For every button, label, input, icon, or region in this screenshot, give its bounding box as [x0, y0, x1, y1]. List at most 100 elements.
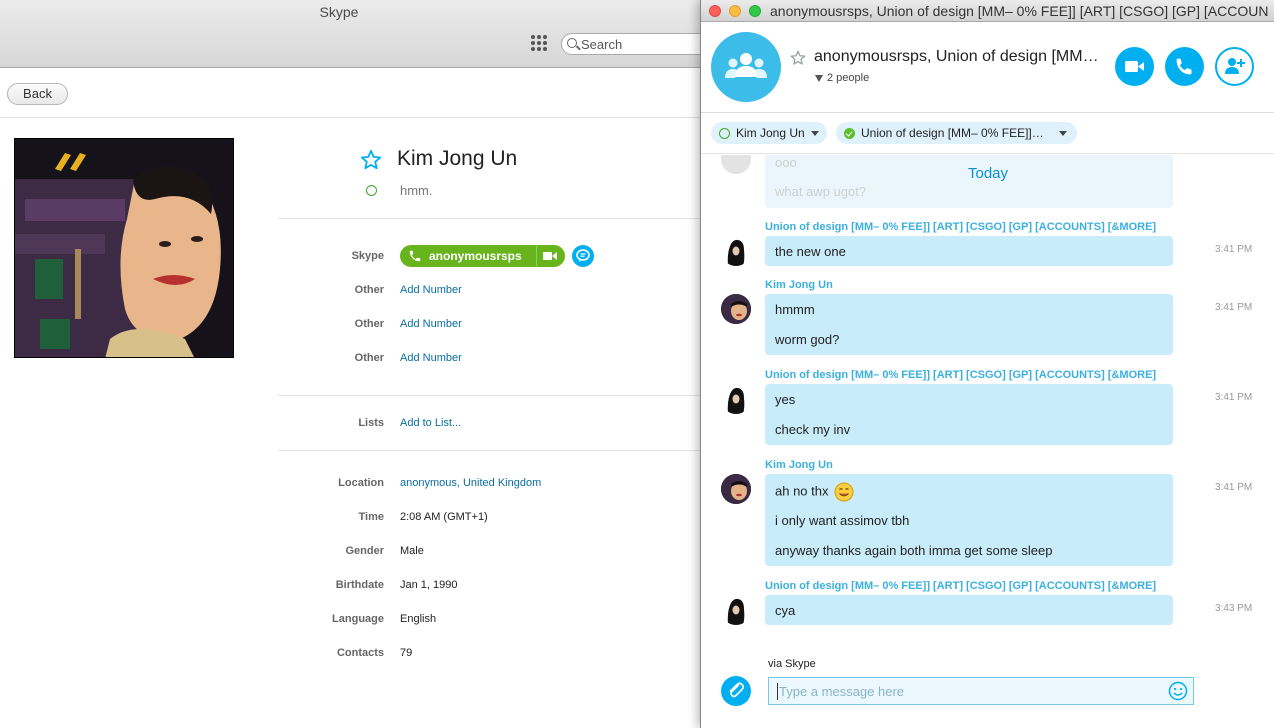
search-input[interactable]: Search — [561, 33, 721, 55]
presence-offline-icon — [366, 185, 377, 196]
conversation-window: anonymousrsps, Union of design [MM– 0% F… — [700, 0, 1274, 728]
message-time: 3:43 PM — [1215, 603, 1253, 614]
avatar[interactable] — [721, 384, 751, 414]
add-number-link[interactable]: Add Number — [400, 318, 462, 330]
presence-online-icon — [844, 128, 855, 139]
message-author[interactable]: Union of design [MM– 0% FEE]] [ART] [CSG… — [765, 221, 1156, 233]
phone-icon — [1176, 58, 1192, 75]
message-composer: via Skype Type a message here — [701, 653, 1274, 728]
message-text: what awp ugot? — [775, 184, 867, 199]
conversation-titlebar: anonymousrsps, Union of design [MM– 0% F… — [701, 0, 1274, 22]
mood-message: hmm. — [400, 183, 433, 198]
group-icon — [725, 53, 767, 78]
video-call-button[interactable] — [1115, 47, 1154, 86]
zoom-window-button[interactable] — [749, 5, 761, 17]
conversation-name: anonymousrsps, Union of design [MM… — [814, 48, 1099, 65]
add-to-list-link[interactable]: Add to List... — [400, 417, 461, 429]
paperclip-icon — [729, 682, 745, 698]
gender-value: Male — [400, 545, 424, 557]
divider — [278, 218, 700, 219]
attach-button[interactable] — [721, 676, 751, 706]
conversation-window-title: anonymousrsps, Union of design [MM– 0% F… — [770, 3, 1270, 19]
people-count-toggle[interactable]: 2 people — [815, 72, 869, 84]
message-time: 3:41 PM — [1215, 392, 1253, 403]
field-label-location: Location — [338, 477, 384, 489]
group-avatar — [711, 32, 781, 102]
avatar[interactable] — [721, 595, 751, 625]
chevron-down-icon — [1059, 131, 1067, 136]
message-author[interactable]: Union of design [MM– 0% FEE]] [ART] [CSG… — [765, 369, 1156, 381]
smile-emoji-icon — [834, 482, 854, 502]
location-value[interactable]: anonymous, United Kingdom — [400, 477, 541, 489]
chat-button[interactable] — [572, 245, 594, 267]
close-window-button[interactable] — [709, 5, 721, 17]
field-label-other: Other — [354, 352, 384, 364]
participant-chip-kim[interactable]: Kim Jong Un — [711, 122, 827, 144]
chat-icon — [576, 249, 590, 262]
skype-call-pill[interactable]: anonymousrsps — [400, 245, 565, 267]
message-author[interactable]: Union of design [MM– 0% FEE]] [ART] [CSG… — [765, 580, 1156, 592]
via-label: via Skype — [768, 658, 816, 670]
field-label-time: Time — [358, 511, 384, 523]
message-author[interactable]: Kim Jong Un — [765, 279, 833, 291]
message-text: yes — [775, 392, 796, 407]
skype-name: anonymousrsps — [429, 249, 522, 263]
message-text: worm god? — [775, 332, 840, 347]
message-bubble: yes check my inv — [765, 384, 1173, 445]
message-bubble: hmmm worm god? — [765, 294, 1173, 355]
message-text: hmmm — [775, 302, 815, 317]
message-list[interactable]: ooo what awp ugot? Today Union of design… — [701, 155, 1274, 653]
message-input-placeholder: Type a message here — [779, 684, 905, 699]
participant-name: Union of design [MM– 0% FEE]]… — [861, 126, 1044, 140]
add-number-link[interactable]: Add Number — [400, 284, 462, 296]
message-time: 3:41 PM — [1215, 482, 1253, 493]
message-text: i only want assimov tbh — [775, 513, 910, 528]
participant-chip-union[interactable]: Union of design [MM– 0% FEE]]… — [836, 122, 1077, 144]
video-icon[interactable] — [543, 251, 557, 261]
message-text: anyway thanks again both imma get some s… — [775, 543, 1053, 558]
add-people-button[interactable] — [1215, 47, 1254, 86]
avatar[interactable] — [721, 236, 751, 266]
date-separator: Today — [967, 165, 1009, 182]
message-text: the new one — [775, 244, 846, 259]
contacts-value: 79 — [400, 647, 413, 659]
video-icon — [1125, 61, 1144, 72]
field-label-other: Other — [354, 318, 384, 330]
message-text: cya — [775, 603, 796, 618]
field-label-gender: Gender — [345, 545, 384, 557]
message-input[interactable]: Type a message here — [768, 677, 1194, 705]
profile-photo — [14, 138, 234, 358]
star-icon[interactable] — [790, 50, 806, 66]
message-text: ah no thx — [775, 482, 854, 502]
back-bar: Back — [0, 68, 700, 118]
conversation-header: anonymousrsps, Union of design [MM… 2 pe… — [701, 22, 1274, 113]
dialpad-icon[interactable] — [531, 35, 547, 51]
emoji-icon[interactable] — [1168, 681, 1188, 701]
voice-call-button[interactable] — [1165, 47, 1204, 86]
field-label-contacts: Contacts — [336, 647, 384, 659]
avatar[interactable] — [721, 474, 751, 504]
participants-bar: Kim Jong Un Union of design [MM– 0% FEE]… — [701, 113, 1274, 154]
avatar — [721, 155, 751, 174]
message-bubble: ah no thx i only want assimov tbh anyway… — [765, 474, 1173, 566]
avatar[interactable] — [721, 294, 751, 324]
message-text-part: ah no thx — [775, 483, 829, 499]
star-icon[interactable] — [360, 149, 382, 171]
field-label-other: Other — [354, 284, 384, 296]
add-number-link[interactable]: Add Number — [400, 352, 462, 364]
back-button[interactable]: Back — [7, 83, 68, 105]
presence-offline-icon — [719, 128, 730, 139]
divider — [278, 450, 700, 451]
search-icon — [567, 38, 577, 48]
chevron-down-icon — [811, 131, 819, 136]
birthdate-value: Jan 1, 1990 — [400, 579, 458, 591]
message-author[interactable]: Kim Jong Un — [765, 459, 833, 471]
divider — [278, 395, 700, 396]
minimize-window-button[interactable] — [729, 5, 741, 17]
chevron-down-icon — [815, 74, 823, 82]
people-count: 2 people — [827, 72, 870, 84]
language-value: English — [400, 613, 437, 625]
message-time: 3:41 PM — [1215, 302, 1253, 313]
message-time: 3:41 PM — [1215, 244, 1253, 255]
message-bubble: cya — [765, 595, 1173, 625]
